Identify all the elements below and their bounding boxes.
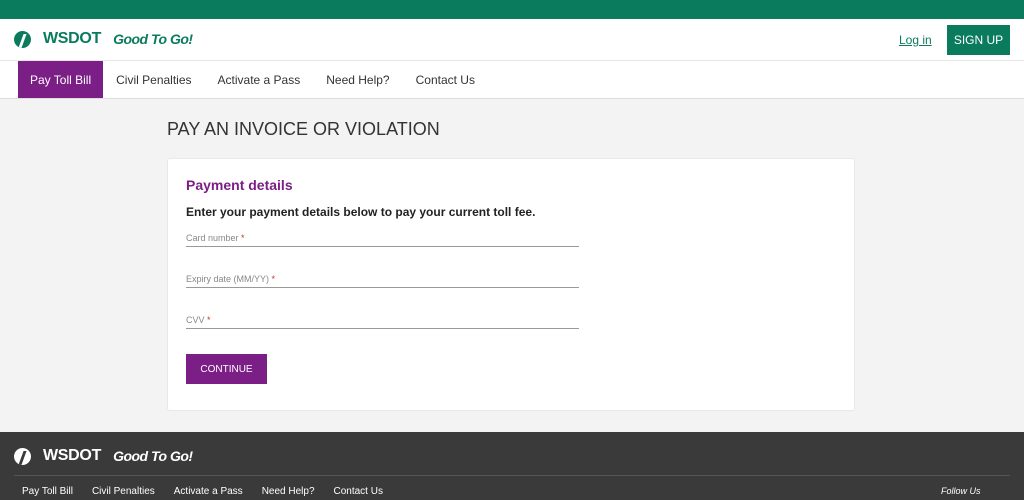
footer-brand-name: WSDOT [43, 447, 102, 464]
login-link[interactable]: Log in [899, 33, 932, 47]
payment-heading: Payment details [186, 177, 293, 193]
footer: WSDOT Good To Go! Pay Toll Bill Civil Pe… [0, 432, 1024, 500]
footer-divider [14, 475, 1010, 476]
payment-card: Payment details Enter your payment detai… [167, 158, 855, 411]
main-nav: Pay Toll Bill Civil Penalties Activate a… [0, 61, 1024, 99]
required-marker: * [207, 315, 211, 325]
nav-contact-us[interactable]: Contact Us [403, 61, 488, 98]
logo[interactable]: WSDOT Good To Go! [14, 30, 193, 48]
field-label: CVV [186, 315, 205, 325]
brand-tagline: Good To Go! [113, 31, 193, 47]
page-title: PAY AN INVOICE OR VIOLATION [167, 119, 440, 139]
field-label: Card number [186, 233, 239, 243]
required-marker: * [241, 233, 245, 243]
footer-link-pay-toll-bill[interactable]: Pay Toll Bill [22, 486, 73, 497]
brand-name: WSDOT [43, 30, 102, 47]
cvv-input[interactable]: CVV * [186, 315, 579, 329]
continue-button[interactable]: CONTINUE [186, 354, 267, 384]
nav-activate-pass[interactable]: Activate a Pass [205, 61, 314, 98]
footer-brand-tagline: Good To Go! [113, 448, 193, 464]
footer-link-contact-us[interactable]: Contact Us [334, 486, 383, 497]
follow-us-label: Follow Us [941, 486, 981, 496]
payment-subtitle: Enter your payment details below to pay … [186, 205, 536, 219]
field-label: Expiry date (MM/YY) [186, 274, 270, 284]
header: WSDOT Good To Go! Log in SIGN UP [0, 19, 1024, 61]
footer-link-need-help[interactable]: Need Help? [262, 486, 315, 497]
top-accent-bar [0, 0, 1024, 19]
nav-civil-penalties[interactable]: Civil Penalties [103, 61, 204, 98]
wsdot-logo-icon [14, 447, 31, 465]
wsdot-logo-icon [14, 30, 31, 48]
nav-pay-toll-bill[interactable]: Pay Toll Bill [18, 61, 104, 98]
footer-link-civil-penalties[interactable]: Civil Penalties [92, 486, 155, 497]
expiry-date-input[interactable]: Expiry date (MM/YY) * [186, 274, 579, 288]
card-number-input[interactable]: Card number * [186, 233, 579, 247]
footer-logo[interactable]: WSDOT Good To Go! [14, 447, 193, 465]
signup-button[interactable]: SIGN UP [947, 25, 1010, 55]
required-marker: * [271, 274, 276, 284]
footer-links: Pay Toll Bill Civil Penalties Activate a… [22, 486, 383, 497]
footer-link-activate-pass[interactable]: Activate a Pass [174, 486, 243, 497]
nav-need-help[interactable]: Need Help? [313, 61, 402, 98]
